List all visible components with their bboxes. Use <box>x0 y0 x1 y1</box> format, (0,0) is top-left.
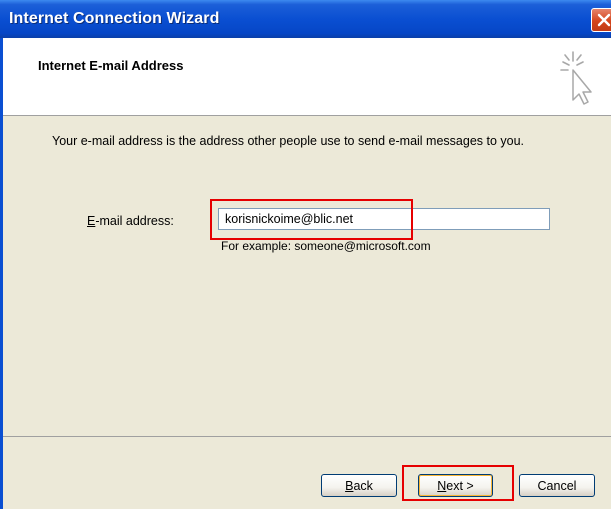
window-title: Internet Connection Wizard <box>9 10 220 27</box>
description-text: Your e-mail address is the address other… <box>52 134 525 148</box>
close-button[interactable] <box>591 8 611 32</box>
next-accel: N <box>437 478 447 493</box>
email-field[interactable] <box>218 208 550 230</box>
email-label-rest: -mail address: <box>95 214 174 228</box>
wizard-body: Your e-mail address is the address other… <box>3 116 611 436</box>
email-label: E-mail address: <box>87 214 174 228</box>
back-rest: ack <box>353 478 373 493</box>
wizard-header: Internet E-mail Address <box>3 38 611 116</box>
page-title: Internet E-mail Address <box>38 58 184 73</box>
next-button[interactable]: Next > <box>418 474 493 497</box>
close-icon <box>597 13 611 27</box>
next-rest: ext > <box>446 478 474 493</box>
cancel-button[interactable]: Cancel <box>519 474 595 497</box>
wizard-footer: Back Next > Cancel <box>3 437 611 509</box>
wizard-wand-cursor-icon <box>560 51 592 105</box>
back-button[interactable]: Back <box>321 474 397 497</box>
title-bar: Internet Connection Wizard <box>0 0 611 38</box>
example-text: For example: someone@microsoft.com <box>221 239 431 253</box>
